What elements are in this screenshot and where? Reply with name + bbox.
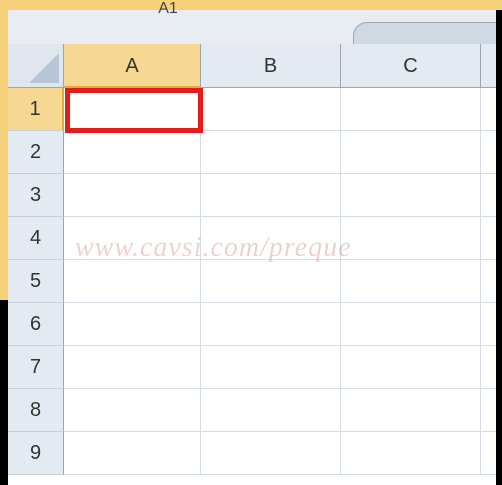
- cell-c7[interactable]: [341, 346, 481, 389]
- select-all-corner[interactable]: [8, 44, 64, 88]
- cell-a7[interactable]: [64, 346, 201, 389]
- cell-a3[interactable]: [64, 174, 201, 217]
- cell-b5[interactable]: [201, 260, 341, 303]
- cell-c6[interactable]: [341, 303, 481, 346]
- column-header-a[interactable]: A: [64, 44, 201, 88]
- row-header-1[interactable]: 1: [8, 88, 64, 131]
- cell-c4[interactable]: [341, 217, 481, 260]
- row-header-2[interactable]: 2: [8, 131, 64, 174]
- formula-bar-strip: A1: [8, 0, 502, 45]
- cell-a1-selected[interactable]: [65, 88, 203, 133]
- row-header-9[interactable]: 9: [8, 432, 64, 475]
- cell-b3[interactable]: [201, 174, 341, 217]
- cell-b1[interactable]: [201, 88, 341, 131]
- row-header-7[interactable]: 7: [8, 346, 64, 389]
- cell-a9[interactable]: [64, 432, 201, 475]
- cell-b7[interactable]: [201, 346, 341, 389]
- cell-c3[interactable]: [341, 174, 481, 217]
- cell-a8[interactable]: [64, 389, 201, 432]
- column-header-b[interactable]: B: [201, 44, 341, 88]
- cell-b9[interactable]: [201, 432, 341, 475]
- cell-b2[interactable]: [201, 131, 341, 174]
- right-edge-border: [496, 10, 502, 485]
- cell-a4[interactable]: [64, 217, 201, 260]
- cell-a2[interactable]: [64, 131, 201, 174]
- row-header-5[interactable]: 5: [8, 260, 64, 303]
- row-header-8[interactable]: 8: [8, 389, 64, 432]
- cell-a5[interactable]: [64, 260, 201, 303]
- worksheet-grid: A B C 1 2 3 4 5 6 7 8 9: [8, 44, 498, 485]
- spreadsheet-screenshot: A1 A B C 1 2 3 4 5 6 7 8 9 www.cavsi.com…: [0, 0, 502, 485]
- row-header-6[interactable]: 6: [8, 303, 64, 346]
- column-header-c[interactable]: C: [341, 44, 481, 88]
- cell-b4[interactable]: [201, 217, 341, 260]
- cell-c8[interactable]: [341, 389, 481, 432]
- cell-b8[interactable]: [201, 389, 341, 432]
- name-box[interactable]: A1: [103, 0, 233, 20]
- cell-b6[interactable]: [201, 303, 341, 346]
- select-all-icon: [29, 53, 59, 83]
- cell-c2[interactable]: [341, 131, 481, 174]
- cell-c5[interactable]: [341, 260, 481, 303]
- cell-c1[interactable]: [341, 88, 481, 131]
- cell-c9[interactable]: [341, 432, 481, 475]
- formula-bar-tab: [353, 22, 502, 45]
- cell-a6[interactable]: [64, 303, 201, 346]
- row-header-4[interactable]: 4: [8, 217, 64, 260]
- row-header-3[interactable]: 3: [8, 174, 64, 217]
